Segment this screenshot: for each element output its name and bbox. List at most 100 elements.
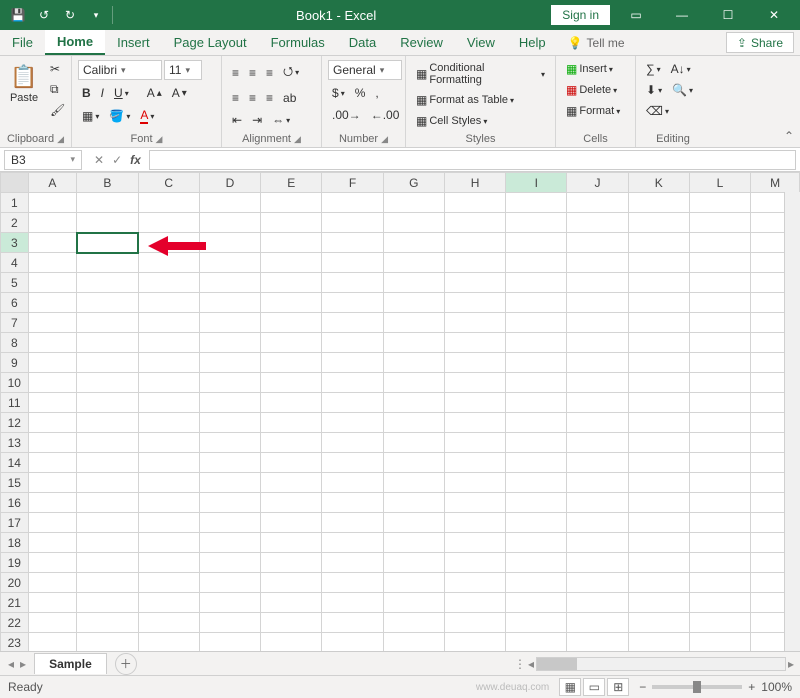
number-format-combo[interactable]: General▾ <box>328 60 402 80</box>
cell[interactable] <box>567 453 628 473</box>
cell[interactable] <box>322 493 383 513</box>
tab-insert[interactable]: Insert <box>105 30 162 55</box>
cell[interactable] <box>444 233 505 253</box>
orientation-button[interactable]: ⭯▾ <box>279 60 303 85</box>
cell[interactable] <box>199 233 260 253</box>
row-header[interactable]: 16 <box>1 493 29 513</box>
cell[interactable] <box>28 233 77 253</box>
wrap-text-button[interactable]: ab <box>279 89 300 107</box>
cell[interactable] <box>138 413 199 433</box>
autosum-button[interactable]: ∑▾ <box>642 60 665 78</box>
cell[interactable] <box>322 233 383 253</box>
cell[interactable] <box>138 253 199 273</box>
zoom-out-button[interactable]: − <box>639 680 646 694</box>
cell[interactable] <box>322 273 383 293</box>
cell[interactable] <box>628 273 689 293</box>
cell[interactable] <box>628 313 689 333</box>
cell[interactable] <box>567 193 628 213</box>
cell[interactable] <box>261 613 322 633</box>
cell[interactable] <box>261 473 322 493</box>
column-header[interactable]: G <box>383 173 444 193</box>
cell[interactable] <box>383 493 444 513</box>
row-header[interactable]: 23 <box>1 633 29 653</box>
tab-view[interactable]: View <box>455 30 507 55</box>
cell[interactable] <box>28 513 77 533</box>
cell[interactable] <box>199 213 260 233</box>
cell[interactable] <box>628 633 689 653</box>
tab-review[interactable]: Review <box>388 30 455 55</box>
cell[interactable] <box>628 613 689 633</box>
cell[interactable] <box>383 233 444 253</box>
cell[interactable] <box>506 413 567 433</box>
cell[interactable] <box>567 353 628 373</box>
cell[interactable] <box>322 413 383 433</box>
insert-cells-button[interactable]: ▦Insert▾ <box>562 60 629 78</box>
zoom-in-button[interactable]: + <box>748 680 755 694</box>
sheet-tab-sample[interactable]: Sample <box>34 653 107 674</box>
cell[interactable] <box>567 473 628 493</box>
cell[interactable] <box>444 293 505 313</box>
cell[interactable] <box>689 353 750 373</box>
cell[interactable] <box>138 473 199 493</box>
cell[interactable] <box>628 513 689 533</box>
cell[interactable] <box>506 613 567 633</box>
cell[interactable] <box>77 513 138 533</box>
cell[interactable] <box>628 533 689 553</box>
normal-view-button[interactable]: ▦ <box>559 678 581 696</box>
row-header[interactable]: 3 <box>1 233 29 253</box>
cell[interactable] <box>322 533 383 553</box>
cell[interactable] <box>199 313 260 333</box>
share-button[interactable]: ⇪ Share <box>726 32 794 53</box>
cell[interactable] <box>383 273 444 293</box>
row-header[interactable]: 22 <box>1 613 29 633</box>
cell[interactable] <box>444 453 505 473</box>
hscroll-split-icon[interactable]: ⋮ <box>514 657 526 671</box>
cell[interactable] <box>567 613 628 633</box>
tab-formulas[interactable]: Formulas <box>259 30 337 55</box>
cell[interactable] <box>567 513 628 533</box>
cell[interactable] <box>77 193 138 213</box>
sort-filter-button[interactable]: A↓▾ <box>667 60 695 78</box>
cell[interactable] <box>689 593 750 613</box>
decrease-font-button[interactable]: A▾ <box>168 84 191 102</box>
cell[interactable] <box>77 573 138 593</box>
increase-indent-button[interactable]: ⇥ <box>248 111 266 129</box>
cell[interactable] <box>444 613 505 633</box>
cell[interactable] <box>322 613 383 633</box>
cell[interactable] <box>444 533 505 553</box>
cell[interactable] <box>444 493 505 513</box>
cell[interactable] <box>506 393 567 413</box>
cell[interactable] <box>506 553 567 573</box>
cell[interactable] <box>506 353 567 373</box>
cell[interactable] <box>138 453 199 473</box>
column-header[interactable]: I <box>506 173 567 193</box>
cell[interactable] <box>689 393 750 413</box>
cell[interactable] <box>689 233 750 253</box>
cell[interactable] <box>28 353 77 373</box>
cell[interactable] <box>28 433 77 453</box>
font-size-combo[interactable]: 11▾ <box>164 60 202 80</box>
cell[interactable] <box>199 393 260 413</box>
row-header[interactable]: 1 <box>1 193 29 213</box>
cell[interactable] <box>567 293 628 313</box>
cell[interactable] <box>689 633 750 653</box>
cell[interactable] <box>628 573 689 593</box>
cell[interactable] <box>138 613 199 633</box>
zoom-slider[interactable] <box>652 685 742 689</box>
cell[interactable] <box>199 633 260 653</box>
formula-input[interactable] <box>149 150 796 170</box>
tab-page-layout[interactable]: Page Layout <box>162 30 259 55</box>
row-header[interactable]: 10 <box>1 373 29 393</box>
cell[interactable] <box>261 453 322 473</box>
cell[interactable] <box>689 553 750 573</box>
cell[interactable] <box>506 373 567 393</box>
vertical-scrollbar[interactable] <box>784 192 800 651</box>
cell[interactable] <box>506 313 567 333</box>
cell[interactable] <box>628 553 689 573</box>
cell[interactable] <box>261 333 322 353</box>
cell[interactable] <box>261 313 322 333</box>
redo-icon[interactable]: ↻ <box>58 3 82 27</box>
cell[interactable] <box>261 213 322 233</box>
cell[interactable] <box>77 373 138 393</box>
sheet-nav-next-icon[interactable]: ▸ <box>20 657 26 671</box>
